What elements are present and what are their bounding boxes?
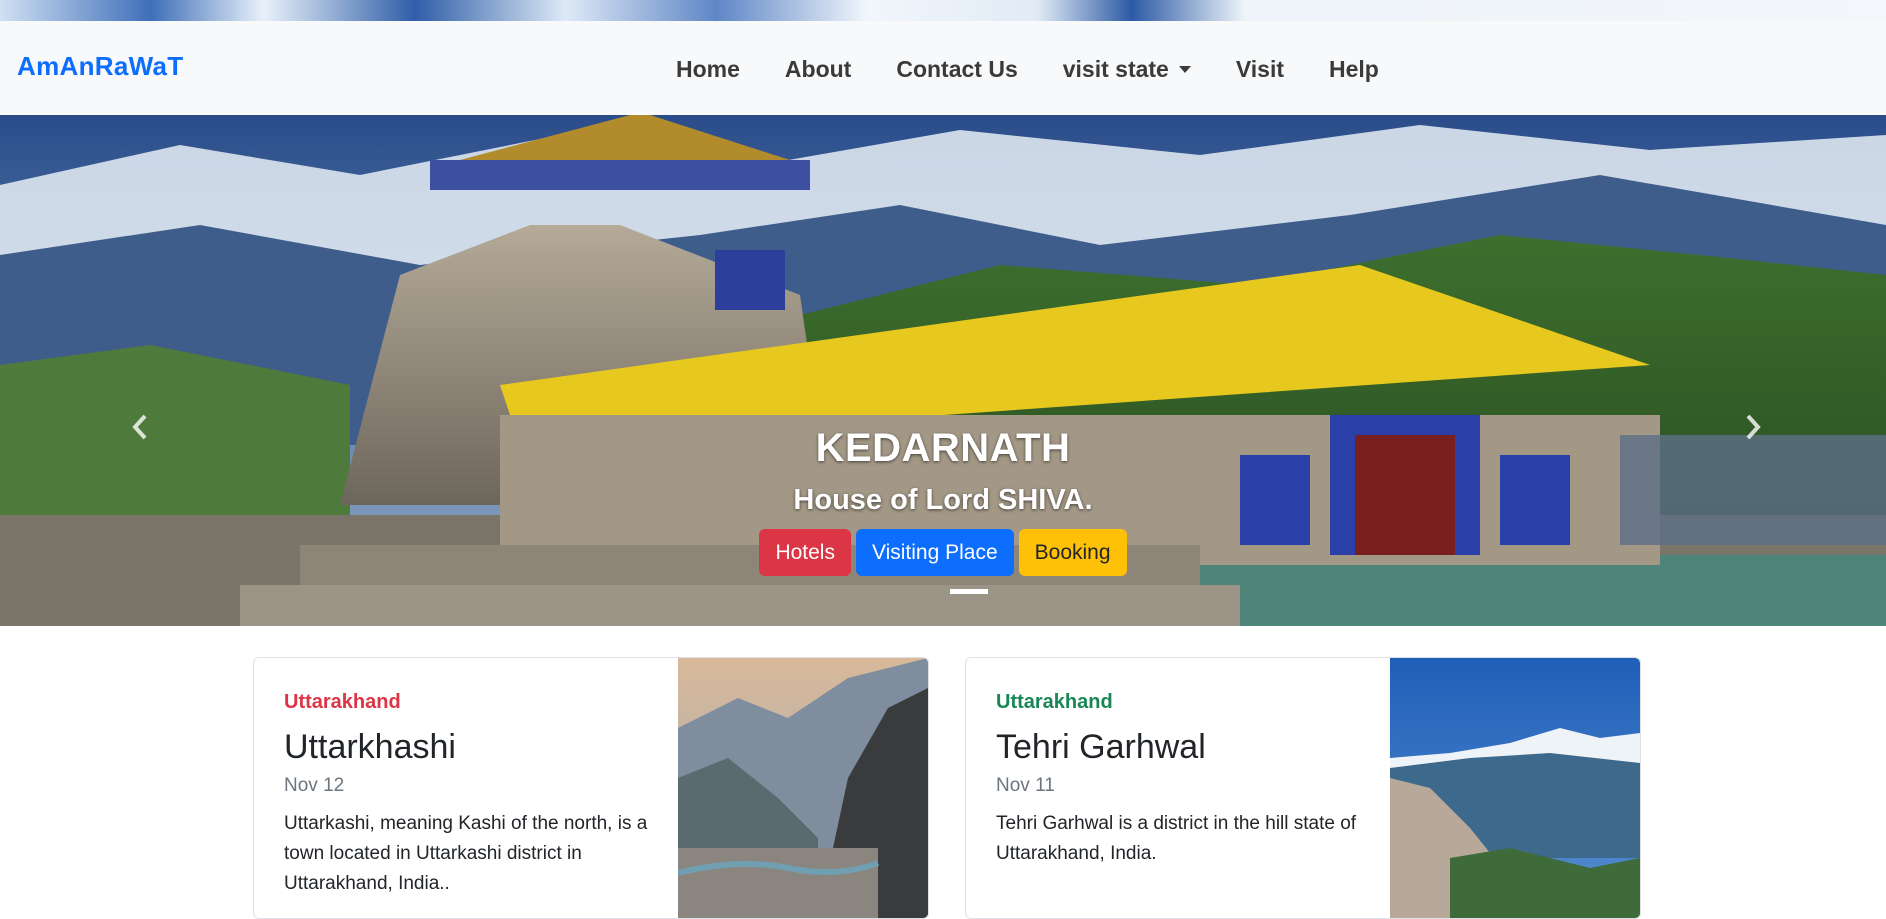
- nav-contact-us[interactable]: Contact Us: [896, 51, 1017, 87]
- uttarkashi-image: [678, 658, 928, 918]
- card-uttarkhashi[interactable]: Uttarakhand Uttarkhashi Nov 12 Uttarkash…: [253, 657, 929, 919]
- card-category: Uttarakhand: [284, 691, 401, 713]
- card-body: Uttarakhand Uttarkhashi Nov 12 Uttarkash…: [284, 691, 664, 899]
- nav-help[interactable]: Help: [1329, 51, 1379, 87]
- nav-links: Home About Contact Us visit state Visit …: [676, 51, 1379, 87]
- brand-logo[interactable]: AmAnRaWaT: [17, 51, 183, 82]
- visiting-place-button[interactable]: Visiting Place: [855, 529, 1014, 576]
- card-title: Uttarkhashi: [284, 728, 456, 766]
- card-category: Uttarakhand: [996, 691, 1113, 713]
- card-text: Tehri Garhwal is a district in the hill …: [996, 813, 1357, 864]
- nav-visit-state-label: visit state: [1062, 55, 1169, 82]
- tehri-garhwal-image: [1390, 658, 1640, 918]
- nav-visit-state-dropdown[interactable]: visit state: [1063, 51, 1191, 87]
- hotels-button[interactable]: Hotels: [759, 529, 851, 576]
- nav-home[interactable]: Home: [676, 51, 740, 87]
- navbar: AmAnRaWaT Home About Contact Us visit st…: [0, 21, 1886, 115]
- card-date: Nov 11: [996, 775, 1055, 796]
- carousel-buttons: Hotels Visiting Place Booking: [0, 529, 1886, 576]
- card-tehri-garhwal[interactable]: Uttarakhand Tehri Garhwal Nov 11 Tehri G…: [965, 657, 1641, 919]
- card-text: Uttarkashi, meaning Kashi of the north, …: [284, 813, 648, 894]
- carousel-title: KEDARNATH: [815, 426, 1071, 470]
- card-body: Uttarakhand Tehri Garhwal Nov 11 Tehri G…: [996, 691, 1376, 869]
- top-banner-strip: [0, 0, 1886, 21]
- carousel-subtitle: House of Lord SHIVA.: [793, 484, 1093, 516]
- carousel-indicator[interactable]: [950, 589, 988, 594]
- nav-about[interactable]: About: [785, 51, 851, 87]
- card-title: Tehri Garhwal: [996, 728, 1206, 766]
- nav-visit[interactable]: Visit: [1236, 51, 1284, 87]
- card-date: Nov 12: [284, 775, 345, 796]
- booking-button[interactable]: Booking: [1018, 529, 1127, 576]
- caret-down-icon: [1178, 65, 1191, 73]
